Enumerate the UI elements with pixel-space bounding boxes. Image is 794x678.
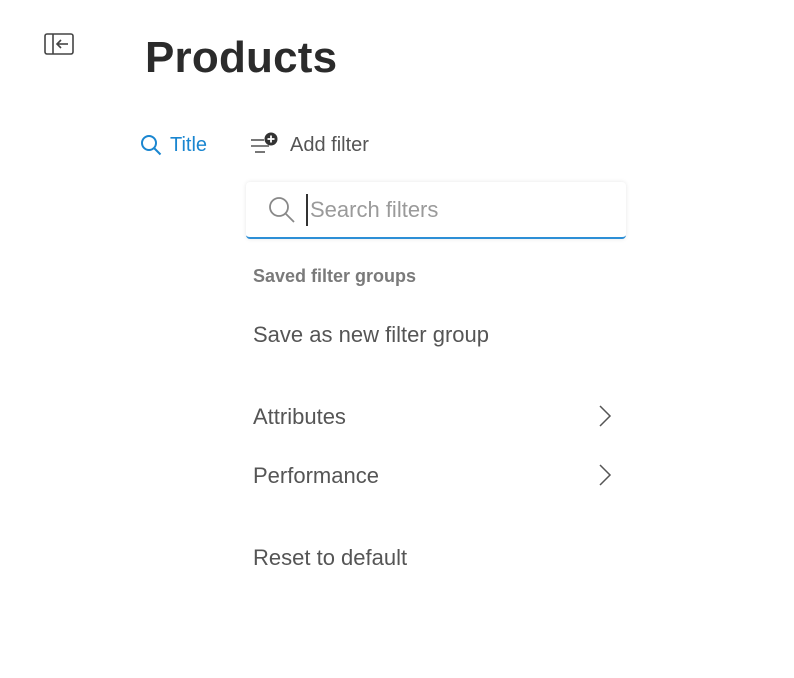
menu-item-label: Attributes (253, 404, 346, 429)
menu-item-label: Performance (253, 463, 379, 488)
page-title: Products (145, 33, 338, 82)
chevron-right-icon (599, 405, 612, 427)
search-icon (269, 197, 295, 223)
search-filters-input[interactable] (306, 194, 610, 226)
collapse-sidebar-icon (44, 33, 74, 55)
add-filter-icon (251, 132, 278, 153)
products-page: Products Title Add filter Saved filter g… (0, 0, 794, 678)
search-filters-box (246, 182, 626, 239)
collapse-sidebar-button[interactable] (44, 33, 74, 55)
menu-item-attributes[interactable]: Attributes (253, 404, 619, 430)
save-as-new-filter-group-item[interactable]: Save as new filter group (253, 322, 489, 348)
add-filter-button[interactable]: Add filter (250, 128, 369, 162)
filter-dropdown: Saved filter groups Save as new filter g… (246, 182, 626, 570)
reset-to-default-item[interactable]: Reset to default (253, 545, 407, 571)
title-filter-label: Title (170, 133, 208, 156)
add-filter-label: Add filter (290, 133, 369, 156)
search-icon (141, 135, 162, 156)
saved-filter-groups-header: Saved filter groups (253, 266, 417, 286)
menu-item-performance[interactable]: Performance (253, 463, 619, 489)
title-filter-chip[interactable]: Title (140, 130, 207, 160)
chevron-right-icon (599, 464, 612, 486)
